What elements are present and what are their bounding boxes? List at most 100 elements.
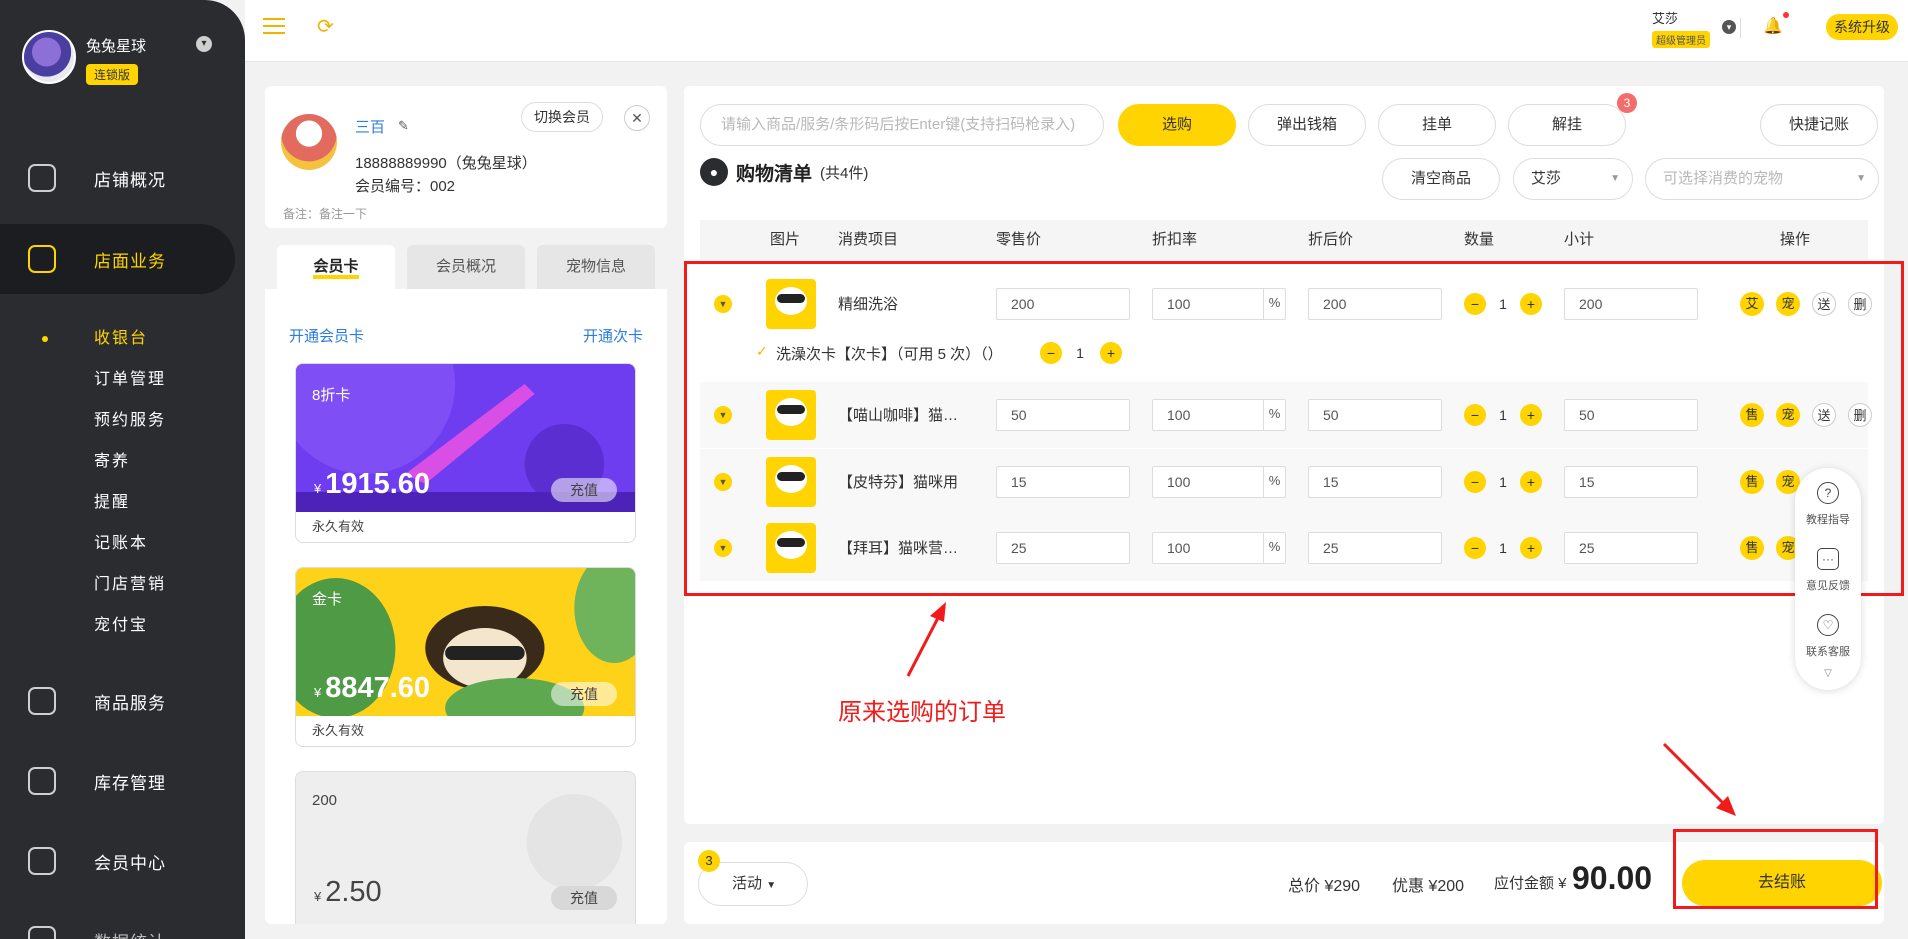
balance-value: 8847.60: [325, 672, 431, 704]
refresh-icon[interactable]: ⟳: [317, 16, 339, 38]
brand-name: 兔兔星球: [86, 38, 147, 55]
switch-member-button[interactable]: 切换会员: [521, 102, 603, 132]
brand-logo: [22, 30, 76, 84]
subnav-orders[interactable]: 订单管理: [0, 359, 245, 400]
tab-pet-info[interactable]: 宠物信息: [537, 245, 655, 289]
notification-dot: [1783, 12, 1789, 18]
member-phone: 18888889990（兔兔星球）: [355, 155, 537, 172]
sidebar: 兔兔星球 连锁版 ▾ 店铺概况 店面业务 收银台 订单管理 预约服务 寄养 提醒…: [0, 0, 245, 939]
unhold-order-button[interactable]: 解挂: [1508, 104, 1626, 146]
tab-member-card[interactable]: 会员卡: [277, 245, 395, 289]
subnav-marketing[interactable]: 门店营销: [0, 564, 245, 605]
feedback-button[interactable]: ··· 意见反馈: [1795, 548, 1861, 593]
recharge-button[interactable]: 充值: [551, 478, 617, 502]
help-label: 教程指导: [1806, 514, 1850, 526]
col-discount: 折扣率: [1152, 231, 1198, 248]
payable-label: 应付金额 ¥: [1494, 875, 1567, 892]
col-subtotal: 小计: [1564, 231, 1595, 248]
pet-select[interactable]: 可选择消费的宠物 ▼: [1645, 158, 1879, 200]
edit-icon[interactable]: ✎: [398, 118, 409, 134]
nav-store-business[interactable]: 店面业务: [0, 224, 235, 294]
nav-store-overview[interactable]: 店铺概况: [0, 143, 245, 213]
cart-count: (共4件): [820, 164, 869, 182]
nav-statistics[interactable]: 数据统计: [0, 905, 245, 939]
upgrade-button[interactable]: 系统升级: [1826, 14, 1898, 40]
card-validity: 永久有效: [312, 519, 365, 534]
heart-icon: ♡: [1817, 614, 1839, 636]
cart-table-header: 图片 消费项目 零售价 折扣率 折后价 数量 小计 操作: [700, 220, 1868, 260]
card-name: 200: [312, 792, 338, 809]
clear-cart-button[interactable]: 清空商品: [1382, 158, 1500, 200]
location-icon: ●: [700, 158, 728, 186]
member-number: 会员编号：002: [355, 178, 456, 195]
card-balance: ¥8847.60: [314, 672, 430, 705]
pet-placeholder: 可选择消费的宠物: [1663, 170, 1784, 187]
bell-icon[interactable]: 🔔: [1763, 16, 1783, 36]
menu-icon[interactable]: [263, 18, 285, 36]
product-search-input[interactable]: 请输入商品/服务/条形码后按Enter键(支持扫码枪录入): [700, 104, 1104, 146]
nav-label: 商品服务: [94, 693, 166, 713]
select-button[interactable]: 选购: [1118, 104, 1236, 146]
card-balance: ¥2.50: [314, 876, 382, 909]
nav-products[interactable]: 商品服务: [0, 666, 245, 736]
member-cards-panel: 开通会员卡 开通次卡 8折卡 ¥1915.60 充值 永久有效 金卡 ¥8847…: [265, 289, 667, 924]
nav-label: 库存管理: [94, 773, 166, 793]
nav-label: 数据统计: [94, 928, 166, 939]
subnav-petpay[interactable]: 宠付宝: [0, 605, 245, 646]
hold-order-button[interactable]: 挂单: [1378, 104, 1496, 146]
subnav: 收银台 订单管理 预约服务 寄养 提醒 记账本 门店营销 宠付宝: [0, 318, 245, 646]
currency-symbol: ¥: [314, 889, 322, 904]
contact-service-button[interactable]: ♡ 联系客服: [1795, 614, 1861, 659]
currency-symbol: ¥: [314, 685, 322, 700]
annotation-text: 原来选购的订单: [838, 699, 1006, 726]
subnav-reminders[interactable]: 提醒: [0, 482, 245, 523]
member-name[interactable]: 三百: [355, 116, 385, 137]
card-balance: ¥1915.60: [314, 468, 430, 501]
open-member-card-link[interactable]: 开通会员卡: [289, 325, 364, 346]
staff-select[interactable]: 艾莎 ▼: [1513, 158, 1633, 200]
caret-down-icon: ▼: [766, 880, 777, 891]
balance-value: 1915.60: [325, 468, 431, 500]
activity-label: 活动: [732, 875, 763, 892]
col-actions: 操作: [1780, 231, 1811, 248]
nav-label: 店面业务: [94, 251, 166, 271]
divider: [1740, 18, 1741, 38]
recharge-button[interactable]: 充值: [551, 886, 617, 910]
member-card-item[interactable]: 8折卡 ¥1915.60 充值 永久有效: [295, 363, 636, 543]
quick-note-button[interactable]: 快捷记账: [1760, 104, 1878, 146]
user-info[interactable]: 艾莎 超级管理员: [1652, 8, 1710, 48]
member-card-item[interactable]: 200 ¥2.50 充值: [295, 771, 636, 924]
card-validity: 永久有效: [312, 723, 365, 738]
cashbox-button[interactable]: 弹出钱箱: [1248, 104, 1366, 146]
total-price: 总价 ¥290: [1288, 878, 1361, 895]
tutorial-button[interactable]: ? 教程指导: [1795, 482, 1861, 527]
user-role: 超级管理员: [1652, 31, 1710, 48]
member-note: 备注：备注一下: [283, 207, 368, 221]
discount-amount: 优惠 ¥200: [1392, 878, 1465, 895]
tab-member-overview[interactable]: 会员概况: [407, 245, 525, 289]
nav-members[interactable]: 会员中心: [0, 826, 245, 896]
brand-tag: 连锁版: [86, 64, 139, 85]
close-icon[interactable]: ✕: [624, 105, 650, 131]
member-card-item[interactable]: 金卡 ¥8847.60 充值 永久有效: [295, 567, 636, 747]
help-label: 联系客服: [1806, 646, 1850, 658]
subnav-cashier[interactable]: 收银台: [0, 318, 245, 359]
annotation-box-checkout: [1673, 829, 1878, 909]
question-icon: ?: [1817, 482, 1839, 504]
user-dropdown-icon[interactable]: ▾: [1722, 20, 1736, 34]
tab-label: 会员卡: [313, 258, 359, 279]
chevron-down-icon[interactable]: ▽: [1795, 668, 1861, 679]
staff-value: 艾莎: [1531, 170, 1562, 187]
open-times-card-link[interactable]: 开通次卡: [583, 325, 643, 346]
subnav-ledger[interactable]: 记账本: [0, 523, 245, 564]
chat-icon: ···: [1817, 548, 1839, 570]
brand-dropdown-icon[interactable]: ▾: [196, 36, 212, 52]
nav-inventory[interactable]: 库存管理: [0, 746, 245, 816]
subnav-boarding[interactable]: 寄养: [0, 441, 245, 482]
balance-value: 2.50: [325, 876, 382, 908]
member-icon: [28, 847, 56, 875]
chart-icon: [28, 926, 56, 939]
card-name: 8折卡: [312, 387, 351, 404]
recharge-button[interactable]: 充值: [551, 682, 617, 706]
subnav-appointments[interactable]: 预约服务: [0, 400, 245, 441]
